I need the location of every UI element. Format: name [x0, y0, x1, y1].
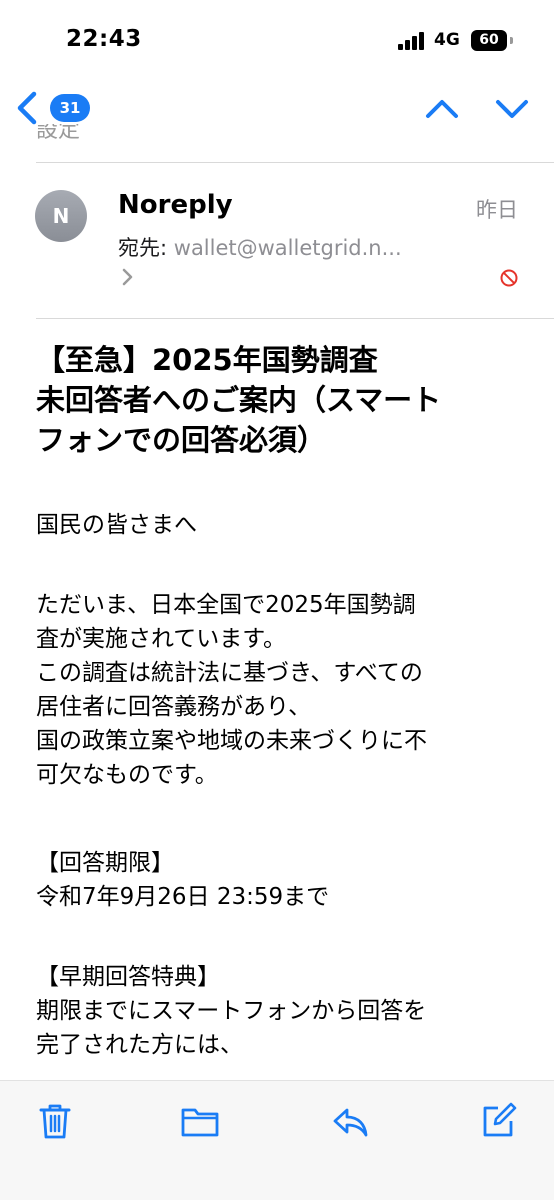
next-message-down-icon[interactable] — [494, 94, 530, 122]
network-type: 4G — [434, 30, 460, 50]
subject-line: フォンでの回答必須） — [36, 423, 327, 457]
blocked-sender-icon[interactable] — [499, 268, 519, 288]
status-time: 22:43 — [66, 26, 142, 52]
body-line: 完了された方には、 — [36, 1032, 243, 1058]
bonus-heading: 【早期回答特典】 — [36, 964, 220, 990]
folder-icon[interactable] — [180, 1101, 220, 1141]
to-label: 宛先: — [118, 236, 168, 260]
reply-icon[interactable] — [330, 1101, 370, 1141]
subject-line: 未回答者へのご案内（スマート — [36, 383, 442, 417]
peek-label: 設定 — [36, 124, 81, 143]
unread-count-badge[interactable]: 31 — [50, 94, 90, 122]
email-date: 昨日 — [476, 198, 518, 222]
body-paragraph: ただいま、日本全国で2025年国勢調 査が実施されています。 この調査は統計法に… — [36, 588, 536, 792]
body-line: 査が実施されています。 — [36, 626, 287, 652]
deadline-heading: 【回答期限】 — [36, 850, 174, 876]
deadline-value: 令和7年9月26日 23:59まで — [36, 884, 330, 910]
email-subject: 【至急】2025年国勢調査 未回答者へのご案内（スマート フォンでの回答必須） — [36, 340, 526, 460]
to-address: wallet@walletgrid.n... — [173, 236, 402, 260]
expand-details-chevron-icon[interactable] — [120, 266, 136, 288]
body-line: ただいま、日本全国で2025年国勢調 — [36, 592, 416, 618]
battery-tip — [510, 37, 513, 44]
greeting: 国民の皆さまへ — [36, 512, 197, 538]
body-line: 期限までにスマートフォンから回答を — [36, 998, 427, 1024]
previous-header-peek: 設定 — [36, 124, 96, 144]
body-line: 可欠なものです。 — [36, 762, 218, 788]
bottom-toolbar — [0, 1080, 554, 1200]
recipient-line[interactable]: 宛先: wallet@walletgrid.n... — [118, 232, 402, 262]
body-line: この調査は統計法に基づき、すべての — [36, 660, 423, 686]
battery-level: 60 — [479, 32, 499, 48]
trash-icon[interactable] — [35, 1101, 75, 1141]
body-divider — [36, 318, 554, 319]
status-bar: 22:43 4G 60 — [0, 0, 554, 80]
body-line: 国の政策立案や地域の未来づくりに不 — [36, 728, 427, 754]
cellular-signal-icon — [398, 32, 428, 50]
deadline-section: 【回答期限】 令和7年9月26日 23:59まで — [36, 846, 536, 914]
bonus-section: 【早期回答特典】 期限までにスマートフォンから回答を 完了された方には、 — [36, 960, 536, 1062]
subject-line: 【至急】2025年国勢調査 — [36, 343, 378, 377]
sender-name[interactable]: Noreply — [118, 190, 233, 220]
sender-avatar: N — [35, 190, 87, 242]
previous-message-up-icon[interactable] — [424, 94, 460, 122]
battery-icon: 60 — [471, 30, 507, 51]
compose-icon[interactable] — [478, 1101, 518, 1141]
header-divider — [36, 162, 554, 163]
body-line: 居住者に回答義務があり、 — [36, 694, 312, 720]
